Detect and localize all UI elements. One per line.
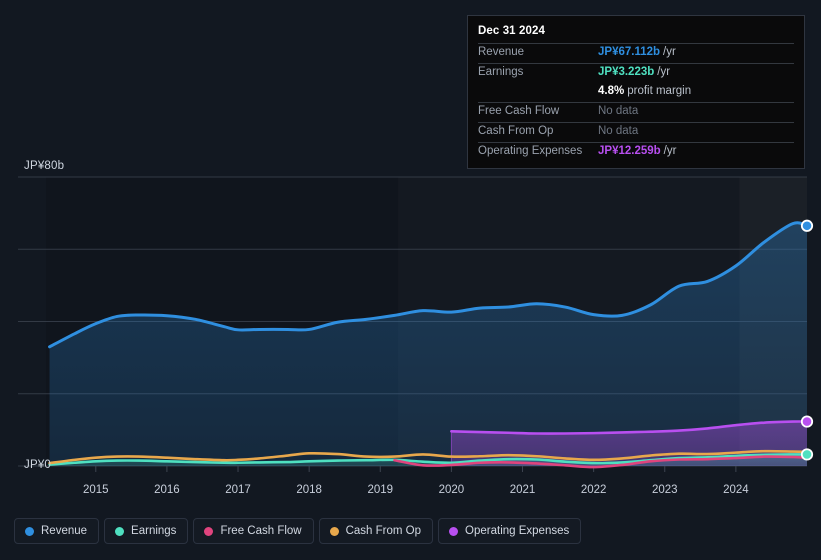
legend-item-revenue[interactable]: Revenue — [14, 518, 100, 544]
tooltip-rows: Revenue JP¥67.112b/yr Earnings JP¥3.223b/yr… — [478, 43, 794, 162]
tooltip-row-label: Revenue — [478, 46, 525, 58]
legend-item-cash-from-op[interactable]: Cash From Op — [318, 518, 434, 544]
tooltip-row-label: Free Cash Flow — [478, 105, 560, 117]
tooltip-row-value: 4.8% — [598, 85, 625, 97]
legend-item-label: Cash From Op — [345, 525, 422, 537]
x-axis-tick-label: 2023 — [651, 484, 678, 496]
tooltip-row: Cash From Op No data — [478, 122, 794, 142]
tooltip-row: Earnings JP¥3.223b/yr — [478, 63, 794, 83]
legend-item-label: Free Cash Flow — [220, 525, 302, 537]
tooltip-row-value: JP¥67.112b — [598, 46, 661, 58]
tooltip-row: 4.8% profit margin — [478, 83, 794, 102]
x-axis-tick-label: 2016 — [154, 484, 180, 496]
x-axis-tick-label: 2015 — [82, 484, 109, 496]
tooltip-row-label: Cash From Op — [478, 125, 554, 137]
x-axis-tick-label: 2018 — [296, 484, 322, 496]
x-axis-tick-label: 2021 — [509, 484, 536, 496]
legend-item-earnings[interactable]: Earnings — [104, 518, 189, 544]
x-axis-tick-label: 2020 — [438, 484, 465, 496]
y-axis-top-label: JP¥80b — [24, 160, 65, 172]
legend-item-label: Operating Expenses — [465, 525, 570, 537]
tooltip-row-suffix: profit margin — [627, 85, 692, 97]
financial-chart-page: JP¥80b JP¥0 2015 2016 2017 2018 2019 2020 2021… — [0, 0, 821, 560]
tooltip-row-value: JP¥3.223b — [598, 66, 655, 78]
tooltip-date: Dec 31 2024 — [478, 25, 545, 37]
x-axis-tick-label: 2024 — [723, 484, 749, 496]
legend-item-free-cash-flow[interactable]: Free Cash Flow — [193, 518, 314, 544]
legend-color-dot-icon — [449, 526, 459, 536]
tooltip-row-label: Operating Expenses — [478, 145, 583, 157]
chart-tooltip: Dec 31 2024 Revenue JP¥67.112b/yr Earnings… — [467, 15, 805, 169]
legend-color-dot-icon — [204, 526, 214, 536]
chart-legend: Revenue Earnings Free Cash Flow Cash From O… — [14, 518, 582, 544]
tooltip-row-value: No data — [598, 125, 639, 137]
legend-color-dot-icon — [329, 526, 339, 536]
tooltip-row-suffix: /yr — [663, 145, 677, 157]
tooltip-row: Free Cash Flow No data — [478, 102, 794, 122]
legend-item-label: Revenue — [41, 525, 88, 537]
x-axis-tick-label: 2022 — [580, 484, 607, 496]
tooltip-row: Operating Expenses JP¥12.259b/yr — [478, 142, 794, 162]
tooltip-row-suffix: /yr — [663, 46, 676, 58]
tooltip-row-value: JP¥12.259b — [598, 145, 661, 157]
legend-item-operating-expenses[interactable]: Operating Expenses — [438, 518, 582, 544]
tooltip-row-label: Earnings — [478, 66, 524, 78]
x-axis: 2015 2016 2017 2018 2019 2020 2021 2022 2023 2024 — [0, 484, 821, 504]
x-axis-tick-label: 2017 — [225, 484, 251, 496]
x-axis-tick-label: 2019 — [367, 484, 394, 496]
legend-color-dot-icon — [25, 526, 34, 536]
tooltip-row-value: No data — [598, 105, 639, 117]
tooltip-row: Revenue JP¥67.112b/yr — [478, 43, 794, 63]
y-axis-zero-label: JP¥0 — [24, 459, 52, 471]
tooltip-row-suffix: /yr — [657, 66, 671, 78]
legend-color-dot-icon — [115, 526, 125, 536]
legend-item-label: Earnings — [131, 525, 177, 537]
